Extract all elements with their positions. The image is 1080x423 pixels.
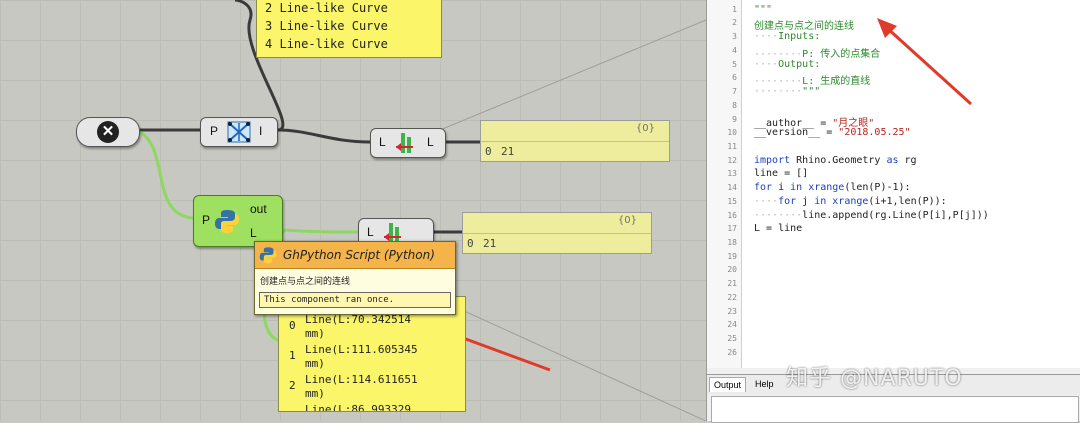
code-line: L = line [754,223,803,234]
list-item-index: 1 [289,349,296,362]
input-port-label: L [367,225,374,239]
code-line: for i in xrange(len(P)-1): [754,182,911,193]
line-number: 17 [727,224,737,233]
code-line: ········line.append(rg.Line(P[i],P[j])) [754,210,989,221]
line-number: 18 [727,238,737,247]
output-console[interactable] [711,396,1079,423]
curve-list-panel[interactable]: 2 Line-like Curve 3 Line-like Curve 4 Li… [256,0,442,58]
line-number: 15 [727,197,737,206]
line-number: 13 [727,169,737,178]
component-tooltip: GhPython Script (Python) 创建点与点之间的连线 This… [254,241,456,315]
output-port-label: L [250,226,257,240]
list-item: Line(L:114.611651 [305,373,418,386]
line-number: 21 [727,279,737,288]
code-line: import Rhino.Geometry as rg [754,155,917,166]
panel-row: 0 21 [481,141,669,161]
list-length-icon [396,133,413,153]
list-item: mm) [305,327,325,340]
guide-line [439,299,706,421]
input-port-label: P [210,124,219,138]
output-port-label: L [427,135,434,149]
list-item: 4 Line-like Curve [265,37,388,51]
input-port-label: P [202,213,211,227]
code-line: line = [] [754,168,809,179]
point-cloud-node[interactable]: P I [200,117,278,147]
line-number: 25 [727,334,737,343]
list-item: mm) [305,357,325,370]
panel-branch-label: {0} [635,123,655,134]
list-item: Line(L:86.993329 [305,403,411,412]
tooltip-header: GhPython Script (Python) [255,242,455,269]
guide-line [439,19,706,131]
number-panel[interactable]: {0} 0 21 [462,212,652,254]
tab-output[interactable]: Output [709,377,747,392]
tooltip-description: 创建点与点之间的连线 [260,277,351,287]
point-network-icon [227,121,251,143]
line-number: 22 [727,293,737,302]
ghpython-node[interactable]: P out L [193,195,283,247]
wire-selected[interactable] [139,130,194,220]
list-item-index: 0 [289,319,296,332]
tab-help[interactable]: Help [751,377,778,391]
output-port-label: I [259,124,263,138]
grasshopper-canvas[interactable]: 2 Line-like Curve 3 Line-like Curve 4 Li… [0,0,706,421]
line-number: 20 [727,265,737,274]
line-number: 12 [727,156,737,165]
line-number: 24 [727,320,737,329]
line-number: 26 [727,348,737,357]
panel-branch-label: {0} [617,215,637,226]
relay-node[interactable]: ✕ [76,117,140,147]
python-logo-icon [215,210,239,233]
line-number: 16 [727,211,737,220]
line-number: 23 [727,307,737,316]
list-item: 3 Line-like Curve [265,19,388,33]
list-item: 2 Line-like Curve [265,1,388,15]
wire[interactable] [277,128,371,144]
line-number: 19 [727,252,737,261]
wire-selected[interactable] [283,228,359,234]
list-item: mm) [305,387,325,400]
tooltip-title: GhPython Script (Python) [283,248,435,262]
line-number: 11 [727,142,737,151]
script-editor-window[interactable]: 1 2 3 4 5 6 7 8 9 10 11 12 13 14 15 16 1… [706,0,1080,423]
close-icon: ✕ [97,121,119,143]
list-item-index: 2 [289,379,296,392]
line-number: 14 [727,183,737,192]
watermark: 知乎 @NARUTO [786,366,963,391]
output-port-label: out [250,202,267,216]
number-panel[interactable]: {0} 0 21 [480,120,670,162]
annotation-arrow [885,26,973,106]
list-item: Line(L:111.605345 [305,343,418,356]
python-logo-icon [259,247,277,264]
tooltip-message: This component ran once. [259,292,451,308]
panel-row: 0 21 [463,233,651,253]
annotation-arrow-layer [877,18,973,106]
input-port-label: L [379,135,386,149]
code-line: ····for j in xrange(i+1,len(P)): [754,196,947,207]
list-length-node[interactable]: L L [370,128,446,158]
